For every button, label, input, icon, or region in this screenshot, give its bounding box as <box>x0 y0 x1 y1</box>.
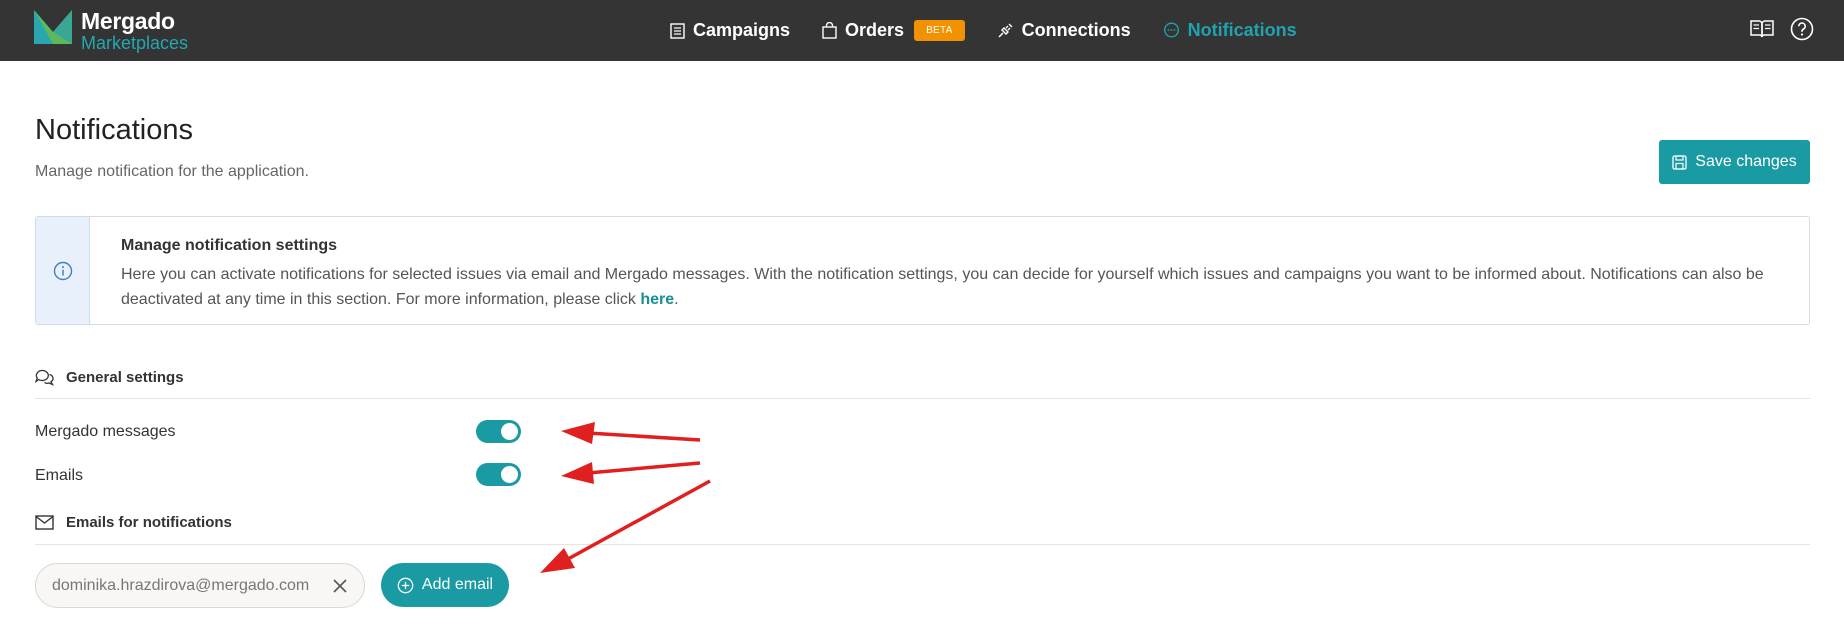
info-text: Here you can activate notifications for … <box>121 262 1791 312</box>
general-settings-heading: General settings <box>35 369 184 386</box>
info-text-body: Here you can activate notifications for … <box>121 266 1764 308</box>
mergado-messages-label: Mergado messages <box>35 423 176 440</box>
toggle-knob <box>501 466 518 483</box>
mergado-logo[interactable]: Mergado Marketplaces <box>34 10 188 52</box>
page-title: Notifications <box>35 114 193 146</box>
brand-name: Mergado <box>81 8 175 34</box>
mergado-logo-icon <box>34 10 72 44</box>
general-divider <box>35 398 1810 399</box>
nav-connections[interactable]: Connections <box>997 20 1131 41</box>
chat-icon <box>35 369 54 386</box>
nav-orders[interactable]: Orders BETA <box>822 20 965 41</box>
info-title: Manage notification settings <box>121 237 338 254</box>
help-icon[interactable] <box>1790 17 1814 41</box>
info-icon <box>53 261 72 280</box>
toggle-knob <box>501 423 518 440</box>
info-text-end: . <box>674 291 679 308</box>
nav-campaigns[interactable]: Campaigns <box>670 20 790 41</box>
plug-icon <box>998 23 1013 38</box>
envelope-icon <box>35 515 54 530</box>
save-changes-label: Save changes <box>1695 153 1797 170</box>
emails-label: Emails <box>35 467 84 484</box>
shopping-bag-icon <box>822 22 837 39</box>
annotation-arrowhead <box>540 548 575 573</box>
page-subtitle: Manage notification for the application. <box>35 163 309 180</box>
emails-divider <box>35 544 1810 545</box>
annotation-arrow-shaft <box>587 431 701 442</box>
list-icon <box>670 22 685 39</box>
nav-notifications[interactable]: Notifications <box>1163 20 1297 41</box>
info-box: Manage notification settings Here you ca… <box>35 216 1810 325</box>
save-changes-button[interactable]: Save changes <box>1659 140 1810 184</box>
email-chip: dominika.hrazdirova@mergado.com <box>35 563 365 608</box>
annotation-arrowhead <box>561 422 595 444</box>
save-icon <box>1672 154 1687 170</box>
emails-for-notifications-title: Emails for notifications <box>66 514 232 531</box>
nav-notifications-label: Notifications <box>1187 20 1297 40</box>
emails-for-notifications-heading: Emails for notifications <box>35 514 232 531</box>
plus-circle-icon <box>397 577 414 593</box>
top-navigation-bar: Mergado Marketplaces Campaigns Orders BE… <box>0 0 1844 61</box>
general-settings-title: General settings <box>66 369 184 386</box>
beta-badge: BETA <box>914 20 965 41</box>
mergado-messages-toggle[interactable] <box>476 420 521 443</box>
main-nav: Campaigns Orders BETA Connections Notifi… <box>670 0 1329 61</box>
chat-bubble-icon <box>1163 22 1179 38</box>
emails-toggle[interactable] <box>476 463 521 486</box>
brand-sub: Marketplaces <box>81 33 189 53</box>
nav-orders-label: Orders <box>845 20 905 40</box>
annotation-arrowhead <box>561 462 594 484</box>
email-chip-text: dominika.hrazdirova@mergado.com <box>52 576 310 594</box>
annotation-arrow-shaft <box>567 479 711 561</box>
nav-connections-label: Connections <box>1021 20 1131 40</box>
annotation-arrow-shaft <box>587 461 701 475</box>
info-here-link[interactable]: here <box>640 291 674 308</box>
add-email-label: Add email <box>421 576 494 593</box>
close-icon[interactable] <box>332 578 348 594</box>
nav-campaigns-label: Campaigns <box>693 20 791 40</box>
book-icon[interactable] <box>1750 19 1774 39</box>
top-utility-icons <box>1734 17 1814 41</box>
add-email-button[interactable]: Add email <box>381 563 509 607</box>
info-side-panel <box>36 217 90 324</box>
